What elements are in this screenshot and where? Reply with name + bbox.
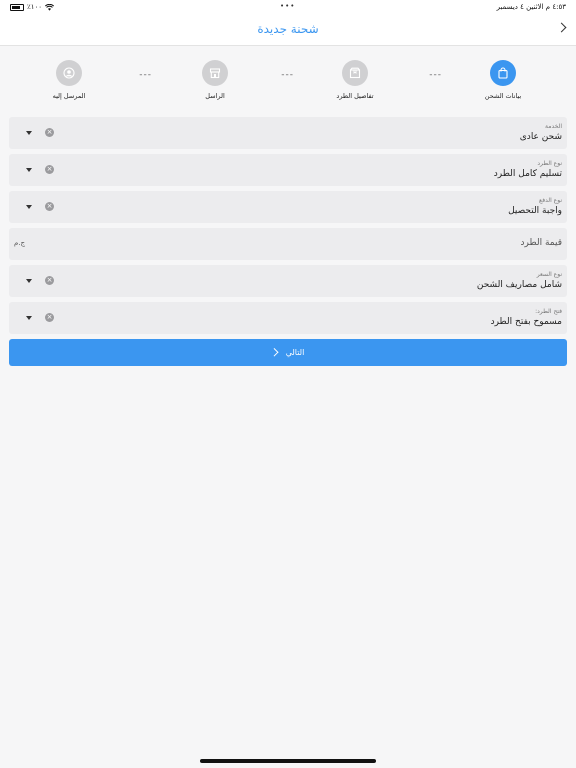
field-value: مسموح بفتح الطرد <box>490 317 562 327</box>
service-select[interactable]: الخدمة شحن عادى × <box>9 117 567 149</box>
status-time-date: ٤:٥٣ م الاثنين ٤ ديسمبر <box>496 3 566 11</box>
step-circle <box>56 60 82 86</box>
step-separator: --- <box>281 70 294 80</box>
clear-icon[interactable]: × <box>45 128 54 137</box>
shipment-form: الخدمة شحن عادى × نوع الطرد تسليم كامل ا… <box>9 117 567 339</box>
step-recipient[interactable]: المرسل إليه <box>34 60 104 100</box>
step-label: المرسل إليه <box>52 92 86 100</box>
field-value: واجبة التحصيل <box>508 206 562 216</box>
field-value: شحن عادى <box>519 132 562 142</box>
store-icon <box>209 68 221 79</box>
person-icon <box>63 67 75 79</box>
status-left: ٪١٠٠ <box>10 3 55 11</box>
step-label: تفاصيل الطرد <box>336 92 374 100</box>
clear-icon[interactable]: × <box>45 165 54 174</box>
step-label: الراسل <box>205 92 225 100</box>
chevron-left-icon <box>269 347 279 357</box>
step-separator: --- <box>139 70 152 80</box>
page-title: شحنة جديدة <box>257 22 319 36</box>
field-value: شامل مصاريف الشحن <box>476 280 562 290</box>
nav-header: شحنة جديدة <box>0 14 576 46</box>
step-circle <box>342 60 368 86</box>
step-circle <box>202 60 228 86</box>
bag-icon <box>498 67 508 79</box>
progress-stepper: بيانات الشحن --- تفاصيل الطرد --- الراسل… <box>0 60 576 108</box>
back-chevron-icon[interactable] <box>556 22 568 36</box>
next-button[interactable]: التالي <box>9 339 567 366</box>
clear-icon[interactable]: × <box>45 202 54 211</box>
clear-icon[interactable]: × <box>45 313 54 322</box>
dropdown-arrow-icon[interactable] <box>26 279 32 283</box>
status-bar: ٪١٠٠ ••• ٤:٥٣ م الاثنين ٤ ديسمبر <box>0 0 576 14</box>
step-label: بيانات الشحن <box>484 92 522 100</box>
price-type-select[interactable]: نوع السعر شامل مصاريف الشحن × <box>9 265 567 297</box>
step-separator: --- <box>429 70 442 80</box>
currency-suffix: ج.م <box>14 239 26 247</box>
wifi-icon <box>45 3 55 11</box>
package-value-input[interactable]: قيمة الطرد ج.م <box>9 228 567 260</box>
dropdown-arrow-icon[interactable] <box>26 168 32 172</box>
box-icon <box>349 67 361 79</box>
dropdown-arrow-icon[interactable] <box>26 131 32 135</box>
dropdown-arrow-icon[interactable] <box>26 316 32 320</box>
home-indicator[interactable] <box>200 759 376 763</box>
next-button-label: التالي <box>285 348 305 357</box>
field-value: تسليم كامل الطرد <box>493 169 562 179</box>
package-type-select[interactable]: نوع الطرد تسليم كامل الطرد × <box>9 154 567 186</box>
dropdown-arrow-icon[interactable] <box>26 205 32 209</box>
field-label: فتح الطرد: <box>535 308 562 315</box>
payment-type-select[interactable]: نوع الدفع واجبة التحصيل × <box>9 191 567 223</box>
field-label: نوع السعر <box>536 271 562 278</box>
battery-percent: ٪١٠٠ <box>27 3 43 11</box>
step-sender[interactable]: الراسل <box>180 60 250 100</box>
field-label: نوع الطرد <box>537 160 562 167</box>
field-label: الخدمة <box>545 123 562 130</box>
battery-icon <box>10 3 24 11</box>
step-circle-active <box>490 60 516 86</box>
field-label: نوع الدفع <box>539 197 562 204</box>
step-shipment-data[interactable]: بيانات الشحن <box>468 60 538 100</box>
open-package-select[interactable]: فتح الطرد: مسموح بفتح الطرد × <box>9 302 567 334</box>
field-placeholder: قيمة الطرد <box>520 238 562 248</box>
multitask-dots[interactable]: ••• <box>280 2 295 10</box>
clear-icon[interactable]: × <box>45 276 54 285</box>
step-package-details[interactable]: تفاصيل الطرد <box>320 60 390 100</box>
